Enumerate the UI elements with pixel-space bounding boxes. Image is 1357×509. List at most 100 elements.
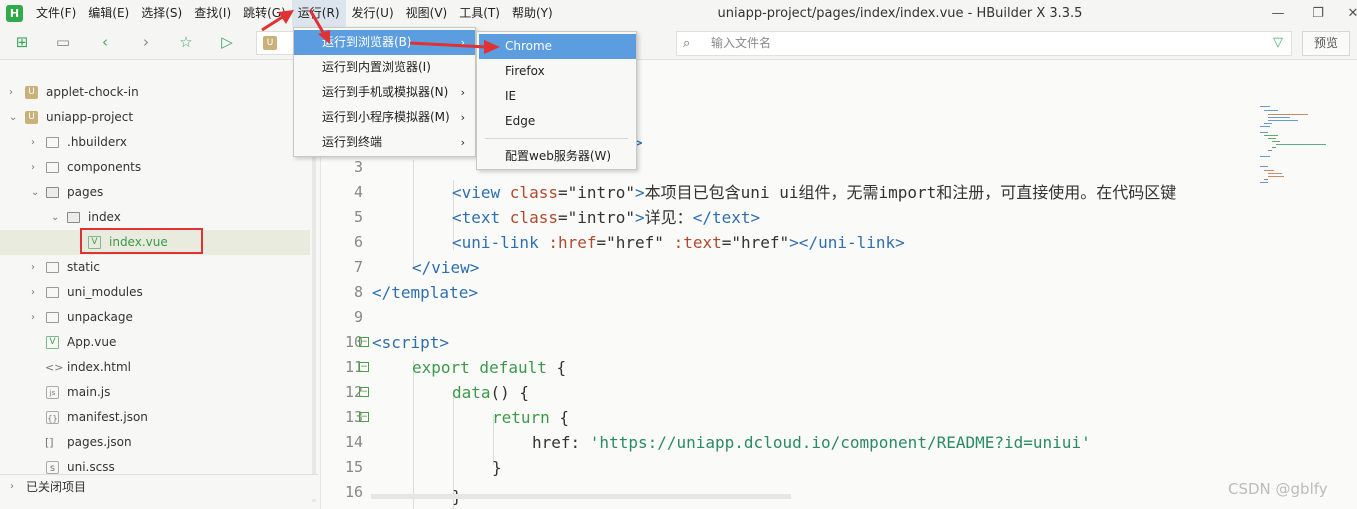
- code-line-5: <text class="intro">详见：</text>: [452, 208, 761, 227]
- menu-tools[interactable]: 工具(T): [453, 0, 506, 27]
- json-file-icon: {}: [46, 411, 59, 424]
- chevron-right-icon[interactable]: ›: [31, 130, 41, 155]
- project-explorer: › U applet-chock-in ⌄ U uniapp-project ›…: [0, 60, 318, 509]
- fold-toggle-icon[interactable]: −: [359, 387, 369, 397]
- tree-item-main-js[interactable]: js main.js: [0, 380, 310, 405]
- chevron-right-icon[interactable]: ›: [31, 280, 41, 305]
- tree-item-applet-chock-in[interactable]: › U applet-chock-in: [0, 80, 310, 105]
- close-button[interactable]: ✕: [1330, 0, 1357, 27]
- tree-item-label: unpackage: [67, 310, 133, 324]
- menu-help[interactable]: 帮助(Y): [506, 0, 559, 27]
- tree-item-label: App.vue: [67, 335, 117, 349]
- line-number: 15: [344, 458, 363, 476]
- menu-item-run-to-phone-emulator[interactable]: 运行到手机或模拟器(N) ›: [294, 80, 475, 105]
- code-minimap[interactable]: [1258, 104, 1326, 194]
- menu-item-run-to-builtin-browser[interactable]: 运行到内置浏览器(I): [294, 55, 475, 80]
- tree-item-label: .hbuilderx: [67, 135, 128, 149]
- scss-file-icon: s: [46, 461, 59, 474]
- line-number: 9: [353, 308, 363, 326]
- closed-projects-section[interactable]: › 已关闭项目: [0, 474, 318, 499]
- chevron-down-icon[interactable]: ⌄: [9, 105, 19, 130]
- menu-view[interactable]: 视图(V): [400, 0, 454, 27]
- folder-icon: [46, 262, 59, 273]
- favorite-star-icon[interactable]: ☆: [177, 33, 195, 51]
- annotation-highlight-box: [80, 228, 203, 254]
- chevron-down-icon[interactable]: ⌄: [31, 180, 41, 205]
- tree-item-hbuilderx[interactable]: › .hbuilderx: [0, 130, 310, 155]
- fold-toggle-icon[interactable]: −: [359, 337, 369, 347]
- project-selector[interactable]: U: [256, 31, 296, 55]
- line-number: 5: [353, 208, 363, 226]
- menu-edit[interactable]: 编辑(E): [82, 0, 135, 27]
- tree-item-app-vue[interactable]: V App.vue: [0, 330, 310, 355]
- menu-item-configure-web-server[interactable]: 配置web服务器(W): [477, 144, 636, 169]
- preview-button[interactable]: 预览: [1302, 31, 1350, 56]
- line-number: 10: [344, 333, 363, 351]
- line-number: 4: [353, 183, 363, 201]
- line-number: 12: [344, 383, 363, 401]
- tree-item-static[interactable]: › static: [0, 255, 310, 280]
- menu-bar: 文件(F) 编辑(E) 选择(S) 查找(I) 跳转(G) 运行(R) 发行(U…: [30, 0, 559, 27]
- run-icon[interactable]: ▷: [218, 33, 236, 51]
- editor-horizontal-scrollbar[interactable]: [371, 494, 791, 499]
- tree-item-pages-json[interactable]: [] pages.json: [0, 430, 310, 455]
- line-number: 7: [353, 258, 363, 276]
- chevron-right-icon[interactable]: ›: [31, 155, 41, 180]
- line-number: 16: [344, 483, 363, 501]
- menu-item-run-to-miniprogram[interactable]: 运行到小程序模拟器(M) ›: [294, 105, 475, 130]
- chevron-right-icon[interactable]: ›: [10, 475, 20, 499]
- indent-guide: [413, 160, 414, 270]
- menu-item-run-to-browser[interactable]: 运行到浏览器(B) ›: [294, 30, 475, 55]
- js-file-icon: js: [46, 386, 59, 399]
- folder-icon: [46, 287, 59, 298]
- tree-item-label: applet-chock-in: [46, 85, 139, 99]
- sidebar-scrollbar[interactable]: [312, 122, 316, 502]
- tree-item-uniapp-project[interactable]: ⌄ U uniapp-project: [0, 105, 310, 130]
- chevron-right-icon[interactable]: ›: [31, 255, 41, 280]
- save-icon[interactable]: ▭: [54, 33, 72, 51]
- tree-item-manifest-json[interactable]: {} manifest.json: [0, 405, 310, 430]
- back-icon[interactable]: ‹: [96, 33, 114, 51]
- tree-item-index-html[interactable]: <> index.html: [0, 355, 310, 380]
- filter-icon[interactable]: ▽: [1273, 35, 1283, 50]
- tree-item-label: components: [67, 160, 142, 174]
- code-line-10: <script>: [372, 333, 450, 352]
- tree-item-components[interactable]: › components: [0, 155, 310, 180]
- fold-toggle-icon[interactable]: −: [359, 362, 369, 372]
- tree-item-label: main.js: [67, 385, 111, 399]
- tree-item-label: static: [67, 260, 100, 274]
- vue-file-icon: V: [46, 336, 59, 349]
- menu-run[interactable]: 运行(R): [291, 0, 346, 27]
- tree-item-label: pages.json: [67, 435, 132, 449]
- new-file-icon[interactable]: ⊞: [13, 33, 31, 51]
- tree-item-unpackage[interactable]: › unpackage: [0, 305, 310, 330]
- code-line-7: </view>: [412, 258, 480, 277]
- menu-item-firefox[interactable]: Firefox: [477, 59, 636, 84]
- menu-item-ie[interactable]: IE: [477, 84, 636, 109]
- tree-item-label: manifest.json: [67, 410, 148, 424]
- line-number: 13: [344, 408, 363, 426]
- forward-icon[interactable]: ›: [137, 33, 155, 51]
- file-search-input[interactable]: ⌕ 输入文件名 ▽: [676, 31, 1292, 56]
- chevron-right-icon[interactable]: ›: [31, 305, 41, 330]
- tree-item-pages[interactable]: ⌄ pages: [0, 180, 310, 205]
- menu-goto[interactable]: 跳转(G): [237, 0, 292, 27]
- tree-item-uni-modules[interactable]: › uni_modules: [0, 280, 310, 305]
- tree-item-label: index: [88, 210, 121, 224]
- fold-toggle-icon[interactable]: −: [359, 412, 369, 422]
- menu-item-run-to-terminal[interactable]: 运行到终端 ›: [294, 130, 475, 155]
- file-search-icon: ⌕: [683, 36, 691, 51]
- menu-item-chrome[interactable]: Chrome: [479, 34, 636, 59]
- chevron-right-icon[interactable]: ›: [9, 80, 19, 105]
- browser-submenu: Chrome Firefox IE Edge 配置web服务器(W): [476, 31, 637, 170]
- indent-guide: [413, 360, 414, 509]
- menu-select[interactable]: 选择(S): [135, 0, 188, 27]
- menu-find[interactable]: 查找(I): [188, 0, 237, 27]
- menu-publish[interactable]: 发行(U): [346, 0, 400, 27]
- menu-item-edge[interactable]: Edge: [477, 109, 636, 134]
- hbuilderx-window: H 文件(F) 编辑(E) 选择(S) 查找(I) 跳转(G) 运行(R) 发行…: [0, 0, 1357, 509]
- tree-item-index-folder[interactable]: ⌄ index: [0, 205, 310, 230]
- chevron-down-icon[interactable]: ⌄: [51, 205, 61, 230]
- menu-file[interactable]: 文件(F): [30, 0, 82, 27]
- html-file-icon: <>: [45, 361, 64, 374]
